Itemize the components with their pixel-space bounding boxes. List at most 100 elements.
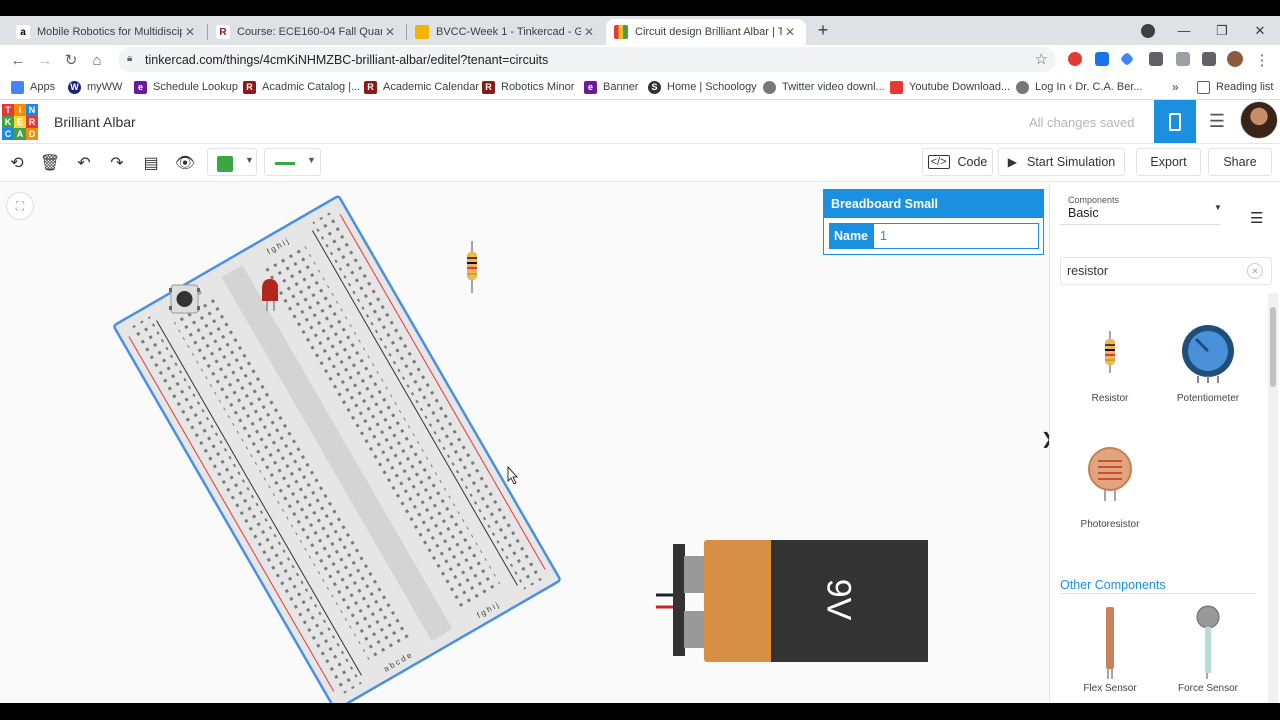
other-components-heading[interactable]: Other Components: [1060, 578, 1166, 592]
profile-media-icon[interactable]: [1141, 24, 1155, 38]
close-icon[interactable]: ✕: [782, 25, 798, 39]
start-simulation-button[interactable]: ▶ Start Simulation: [998, 148, 1125, 176]
name-input[interactable]: 1: [873, 223, 1039, 249]
share-button[interactable]: Share: [1208, 148, 1272, 176]
bookmark-schedule[interactable]: e Schedule Lookup: [134, 79, 238, 95]
star-icon[interactable]: ☆: [1035, 50, 1048, 68]
close-icon[interactable]: ✕: [182, 25, 198, 39]
components-dropdown[interactable]: Components Basic ▼: [1060, 189, 1222, 225]
component-force-sensor[interactable]: Force Sensor: [1158, 603, 1258, 703]
tinkercad-logo[interactable]: T I N K E R C A D: [2, 104, 38, 140]
r-icon: R: [216, 25, 230, 39]
close-icon[interactable]: ✕: [581, 25, 597, 39]
download-icon[interactable]: [1176, 52, 1190, 66]
circuit-view-button[interactable]: [1154, 100, 1196, 143]
browser-tab-active[interactable]: Circuit design Brilliant Albar | Tin ✕: [606, 19, 806, 45]
new-tab-button[interactable]: +: [814, 20, 832, 40]
reading-list-button[interactable]: Reading list: [1197, 79, 1273, 95]
bookmark-label: Banner: [603, 81, 639, 93]
chevron-down-icon: ▼: [307, 155, 316, 165]
notes-icon[interactable]: ▤: [141, 153, 161, 173]
bookmark-label: Apps: [30, 81, 56, 93]
list-view-icon[interactable]: ☰: [1250, 209, 1270, 229]
save-status: All changes saved: [1029, 115, 1135, 130]
menu-icon[interactable]: ⋮: [1252, 50, 1272, 70]
extension-icon[interactable]: [1149, 52, 1163, 66]
bookmark-myww[interactable]: WmyWW: [68, 79, 122, 95]
undo-icon[interactable]: ↶: [74, 153, 94, 173]
resistor[interactable]: [467, 241, 477, 293]
component-search-input[interactable]: resistor ✕: [1060, 257, 1272, 285]
components-panel: Components Basic ▼ ☰ resistor ✕ Resistor: [1049, 183, 1280, 703]
extension-icon[interactable]: [1119, 51, 1135, 67]
component-label: Potentiometer: [1176, 393, 1240, 404]
r-icon: R: [364, 80, 377, 94]
bookmark-login[interactable]: Log In ‹ Dr. C.A. Ber...: [1016, 79, 1143, 95]
reload-icon[interactable]: ↻: [61, 50, 81, 70]
browser-tab[interactable]: R Course: ECE160-04 Fall Quarter - ✕: [208, 19, 406, 45]
ww-icon: W: [68, 80, 81, 94]
window-close-icon[interactable]: ✕: [1241, 16, 1279, 45]
bookmark-label: Youtube Download...: [909, 81, 1011, 93]
search-text: resistor: [1067, 264, 1108, 278]
workplane[interactable]: ⛶ a b c d e f g h i j a: [0, 183, 1054, 703]
component-photoresistor[interactable]: Photoresistor: [1060, 443, 1160, 543]
visibility-icon[interactable]: 👁︎: [175, 153, 195, 173]
tinkercad-icon: [614, 25, 628, 39]
code-button[interactable]: </> Code: [922, 148, 993, 176]
battery-label: 9V: [819, 578, 858, 621]
logo-letter: I: [14, 104, 26, 116]
pushbutton[interactable]: [169, 284, 200, 314]
panel-scrollbar[interactable]: [1268, 293, 1278, 703]
user-avatar[interactable]: [1240, 101, 1278, 139]
component-flex-sensor[interactable]: Flex Sensor: [1060, 603, 1160, 703]
export-button[interactable]: Export: [1136, 148, 1201, 176]
screen: a Mobile Robotics for Multidiscipli ✕ R …: [0, 16, 1280, 703]
bookmark-twitter[interactable]: Twitter video downl...: [763, 79, 885, 95]
maximize-icon[interactable]: ❐: [1203, 16, 1241, 45]
url-field[interactable]: 🔒︎ tinkercad.com/things/4cmKiNHMZBC-bril…: [118, 47, 1056, 72]
lock-icon: 🔒︎: [127, 53, 133, 64]
color-picker[interactable]: ▼: [207, 148, 257, 176]
design-title[interactable]: Brilliant Albar: [54, 114, 136, 130]
wire-type-picker[interactable]: ▼: [264, 148, 321, 176]
close-icon[interactable]: ✕: [382, 25, 398, 39]
delete-icon[interactable]: 🗑︎: [40, 153, 60, 173]
name-label: Name: [829, 223, 873, 249]
component-resistor[interactable]: Resistor: [1060, 321, 1160, 421]
list-view-icon: ☰: [1208, 111, 1226, 131]
rotate-icon[interactable]: ⟲: [7, 153, 27, 173]
bookmark-robotics[interactable]: R Robotics Minor: [482, 79, 574, 95]
bookmark-banner[interactable]: e Banner: [584, 79, 638, 95]
home-icon[interactable]: ⌂: [87, 50, 107, 70]
minimize-icon[interactable]: —: [1165, 16, 1203, 45]
bookmark-calendar[interactable]: R Academic Calendar: [364, 79, 479, 95]
section-divider: [1060, 593, 1256, 594]
bookmark-youtube[interactable]: Youtube Download...: [890, 79, 1010, 95]
browser-tab[interactable]: BVCC-Week 1 - Tinkercad - Goo ✕: [407, 19, 605, 45]
back-icon[interactable]: ←: [8, 50, 28, 70]
bookmarks-bar: Apps WmyWW e Schedule Lookup R Acadmic Cat…: [0, 74, 1280, 100]
browser-tab[interactable]: a Mobile Robotics for Multidiscipli ✕: [8, 19, 206, 45]
puzzle-icon[interactable]: [1202, 52, 1216, 66]
youtube-icon: [890, 80, 903, 94]
profile-avatar[interactable]: [1227, 51, 1243, 67]
opera-extension-icon[interactable]: [1068, 52, 1082, 66]
logo-letter: E: [14, 116, 26, 128]
forward-icon[interactable]: →: [35, 50, 55, 70]
slides-icon: [415, 25, 429, 39]
clear-search-icon[interactable]: ✕: [1247, 263, 1263, 279]
bookmark-schoology[interactable]: S Home | Schoology: [648, 79, 757, 95]
redo-icon[interactable]: ↷: [107, 153, 127, 173]
code-label: Code: [957, 155, 988, 169]
amazon-icon: a: [16, 25, 30, 39]
more-bookmarks-button[interactable]: »: [1172, 79, 1179, 95]
bookmark-apps[interactable]: Apps: [11, 79, 55, 95]
extension-icon[interactable]: [1095, 52, 1109, 66]
scrollbar-thumb[interactable]: [1270, 307, 1276, 387]
schematic-view-button[interactable]: ☰: [1198, 100, 1236, 143]
battery-9v[interactable]: [656, 540, 928, 662]
component-potentiometer[interactable]: Potentiometer: [1158, 321, 1258, 421]
breadboard[interactable]: a b c d e f g h i j a b c d e f g h i j: [113, 195, 561, 703]
bookmark-catalog[interactable]: R Acadmic Catalog |...: [243, 79, 360, 95]
